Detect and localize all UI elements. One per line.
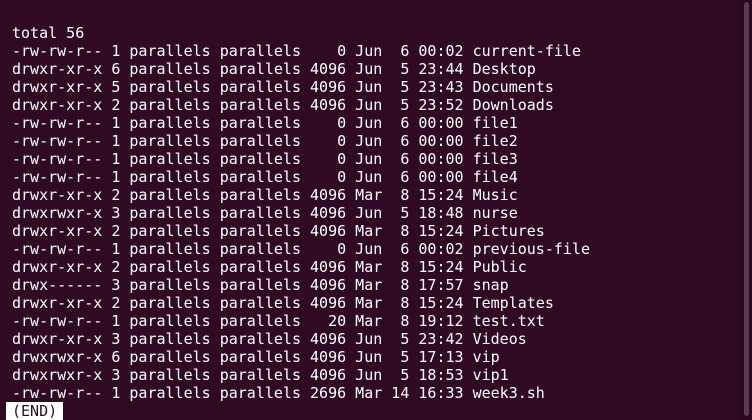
file-entry-templates: drwxr-xr-x 2 parallels parallels 4096 Ma…: [12, 294, 554, 312]
file-entry-previous-file: -rw-rw-r-- 1 parallels parallels 0 Jun 6…: [12, 240, 590, 258]
file-entry-test-txt: -rw-rw-r-- 1 parallels parallels 20 Mar …: [12, 312, 545, 330]
file-entry-vip1: drwxrwxr-x 3 parallels parallels 4096 Ju…: [12, 366, 509, 384]
file-entry-current-file: -rw-rw-r-- 1 parallels parallels 0 Jun 6…: [12, 42, 581, 60]
file-entry-public: drwxr-xr-x 2 parallels parallels 4096 Ma…: [12, 258, 527, 276]
file-entry-pictures: drwxr-xr-x 2 parallels parallels 4096 Ma…: [12, 222, 545, 240]
scrollbar-thumb[interactable]: [744, 2, 749, 416]
file-entry-file3: -rw-rw-r-- 1 parallels parallels 0 Jun 6…: [12, 150, 518, 168]
file-entry-file4: -rw-rw-r-- 1 parallels parallels 0 Jun 6…: [12, 168, 518, 186]
file-entry-documents: drwxr-xr-x 5 parallels parallels 4096 Ju…: [12, 78, 554, 96]
scrollbar[interactable]: [740, 0, 752, 420]
file-entry-file1: -rw-rw-r-- 1 parallels parallels 0 Jun 6…: [12, 114, 518, 132]
file-entry-file2: -rw-rw-r-- 1 parallels parallels 0 Jun 6…: [12, 132, 518, 150]
terminal-window[interactable]: total 56 -rw-rw-r-- 1 parallels parallels…: [0, 0, 740, 420]
file-entry-snap: drwx------ 3 parallels parallels 4096 Ma…: [12, 276, 509, 294]
file-entry-music: drwxr-xr-x 2 parallels parallels 4096 Ma…: [12, 186, 518, 204]
pager-end-prompt: (END): [6, 402, 64, 420]
file-entry-downloads: drwxr-xr-x 2 parallels parallels 4096 Ju…: [12, 96, 554, 114]
file-entry-vip: drwxrwxr-x 6 parallels parallels 4096 Ju…: [12, 348, 500, 366]
total-line: total 56: [12, 24, 85, 42]
ls-output: total 56 -rw-rw-r-- 1 parallels parallels…: [12, 24, 590, 402]
file-entry-videos: drwxr-xr-x 3 parallels parallels 4096 Ju…: [12, 330, 527, 348]
file-entry-nurse: drwxrwxr-x 3 parallels parallels 4096 Ju…: [12, 204, 518, 222]
file-entry-desktop: drwxr-xr-x 6 parallels parallels 4096 Ju…: [12, 60, 536, 78]
file-entry-week3-sh: -rw-rw-r-- 1 parallels parallels 2696 Ma…: [12, 384, 545, 402]
